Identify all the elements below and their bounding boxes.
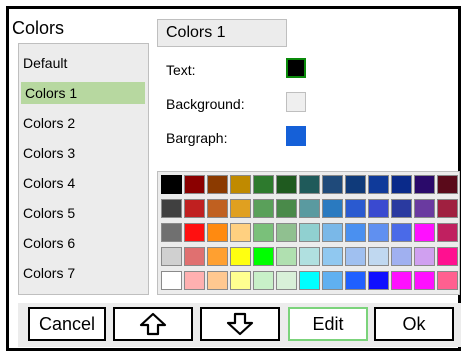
scheme-list-item[interactable]: Colors 6 <box>19 232 146 254</box>
palette-color-cell[interactable] <box>207 271 228 290</box>
palette-color-cell[interactable] <box>276 247 297 266</box>
palette-color-cell[interactable] <box>230 175 251 194</box>
palette-color-cell[interactable] <box>230 223 251 242</box>
palette-color-cell[interactable] <box>276 223 297 242</box>
scheme-list-item[interactable]: Colors 4 <box>19 172 146 194</box>
palette-color-cell[interactable] <box>161 247 182 266</box>
scheme-list-item[interactable]: Colors 3 <box>19 142 146 164</box>
palette-color-cell[interactable] <box>253 223 274 242</box>
palette-color-cell[interactable] <box>414 199 435 218</box>
palette-color-cell[interactable] <box>391 271 412 290</box>
scheme-list-item[interactable]: Colors 2 <box>19 112 146 134</box>
background-color-swatch[interactable] <box>286 92 306 112</box>
palette-color-cell[interactable] <box>368 271 389 290</box>
palette-color-cell[interactable] <box>437 175 458 194</box>
palette-color-cell[interactable] <box>299 199 320 218</box>
edit-button[interactable]: Edit <box>288 307 368 341</box>
move-up-button[interactable] <box>113 307 193 341</box>
palette-color-cell[interactable] <box>437 199 458 218</box>
scheme-list-item[interactable]: Colors 1 <box>21 82 145 104</box>
background-color-label: Background: <box>166 96 245 112</box>
arrow-up-icon <box>139 312 167 336</box>
text-color-label: Text: <box>166 62 196 78</box>
palette-color-cell[interactable] <box>299 271 320 290</box>
palette-color-cell[interactable] <box>368 223 389 242</box>
palette-color-cell[interactable] <box>299 247 320 266</box>
palette-color-cell[interactable] <box>230 199 251 218</box>
palette-color-cell[interactable] <box>414 223 435 242</box>
palette-color-cell[interactable] <box>230 247 251 266</box>
button-bar: Cancel Edit Ok <box>18 303 461 347</box>
palette-color-cell[interactable] <box>322 271 343 290</box>
bargraph-color-swatch[interactable] <box>286 126 306 146</box>
palette-color-cell[interactable] <box>161 199 182 218</box>
palette-color-cell[interactable] <box>184 223 205 242</box>
palette-color-cell[interactable] <box>161 223 182 242</box>
palette-color-cell[interactable] <box>299 223 320 242</box>
palette-color-cell[interactable] <box>345 175 366 194</box>
text-color-swatch[interactable] <box>286 58 306 78</box>
palette-color-cell[interactable] <box>368 175 389 194</box>
palette-color-cell[interactable] <box>253 199 274 218</box>
palette-color-cell[interactable] <box>161 271 182 290</box>
palette-color-cell[interactable] <box>207 199 228 218</box>
arrow-down-icon <box>226 312 254 336</box>
bargraph-color-label: Bargraph: <box>166 130 228 146</box>
color-palette <box>157 171 460 295</box>
palette-color-cell[interactable] <box>322 199 343 218</box>
palette-color-cell[interactable] <box>184 247 205 266</box>
palette-color-cell[interactable] <box>184 271 205 290</box>
palette-color-cell[interactable] <box>207 247 228 266</box>
scheme-list-item[interactable]: Colors 5 <box>19 202 146 224</box>
palette-color-cell[interactable] <box>207 175 228 194</box>
palette-color-cell[interactable] <box>345 199 366 218</box>
palette-color-cell[interactable] <box>414 247 435 266</box>
move-down-button[interactable] <box>200 307 280 341</box>
scheme-name-field[interactable]: Colors 1 <box>157 19 287 47</box>
palette-color-cell[interactable] <box>276 175 297 194</box>
palette-color-cell[interactable] <box>253 271 274 290</box>
palette-color-cell[interactable] <box>391 247 412 266</box>
scheme-list-item[interactable]: Colors 7 <box>19 262 146 284</box>
palette-color-cell[interactable] <box>414 175 435 194</box>
cancel-button[interactable]: Cancel <box>28 307 106 341</box>
palette-color-cell[interactable] <box>322 247 343 266</box>
palette-color-cell[interactable] <box>322 223 343 242</box>
palette-color-cell[interactable] <box>161 175 182 194</box>
scheme-list[interactable]: Default Colors 1 Colors 2 Colors 3 Colors 4 C… <box>18 43 149 295</box>
palette-color-cell[interactable] <box>345 223 366 242</box>
dialog-title: Colors <box>12 18 65 38</box>
palette-color-cell[interactable] <box>391 223 412 242</box>
ok-button[interactable]: Ok <box>374 307 454 341</box>
palette-color-cell[interactable] <box>184 199 205 218</box>
palette-color-cell[interactable] <box>322 175 343 194</box>
palette-color-cell[interactable] <box>345 247 366 266</box>
palette-color-cell[interactable] <box>276 199 297 218</box>
scheme-list-item[interactable]: Default <box>19 52 146 74</box>
palette-color-cell[interactable] <box>368 199 389 218</box>
palette-color-cell[interactable] <box>299 175 320 194</box>
palette-color-cell[interactable] <box>230 271 251 290</box>
palette-color-cell[interactable] <box>437 223 458 242</box>
palette-color-cell[interactable] <box>345 271 366 290</box>
palette-color-cell[interactable] <box>253 175 274 194</box>
palette-color-cell[interactable] <box>276 271 297 290</box>
palette-color-cell[interactable] <box>368 247 389 266</box>
palette-color-cell[interactable] <box>437 247 458 266</box>
palette-color-cell[interactable] <box>253 247 274 266</box>
palette-color-cell[interactable] <box>391 199 412 218</box>
palette-color-cell[interactable] <box>207 223 228 242</box>
palette-color-cell[interactable] <box>184 175 205 194</box>
palette-color-cell[interactable] <box>414 271 435 290</box>
palette-color-cell[interactable] <box>391 175 412 194</box>
palette-color-cell[interactable] <box>437 271 458 290</box>
